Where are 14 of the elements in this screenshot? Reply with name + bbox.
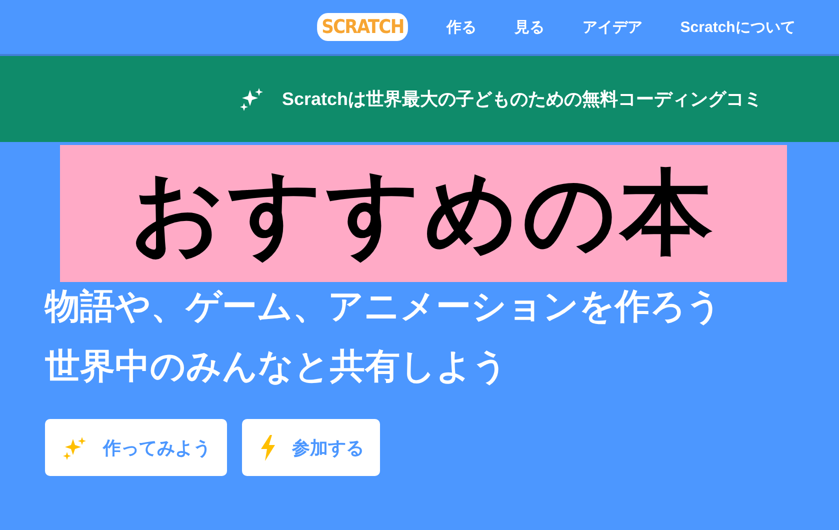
nav-link[interactable]: アイデア [563,18,662,36]
scratch-logo[interactable]: SCRATCH [317,13,408,41]
overlay-title: おすすめの本 [60,145,787,282]
hero-heading: 世界中のみんなと共有しよう [45,346,509,388]
hero-heading: 物語や、ゲーム、アニメーションを作ろう [45,286,723,328]
banner-text: Scratchは世界最大の子どものための無料コーディングコミ [282,88,762,111]
sparkle-icon [240,87,264,111]
lightning-icon [260,434,276,460]
nav-link[interactable]: 作る [427,18,496,36]
nav-link[interactable]: Scratchについて [661,18,814,36]
nav-link[interactable]: 見る [495,18,564,36]
sparkle-icon [63,436,87,460]
action-button[interactable]: 参加する [242,419,380,476]
action-button[interactable]: 作ってみよう [45,419,227,476]
